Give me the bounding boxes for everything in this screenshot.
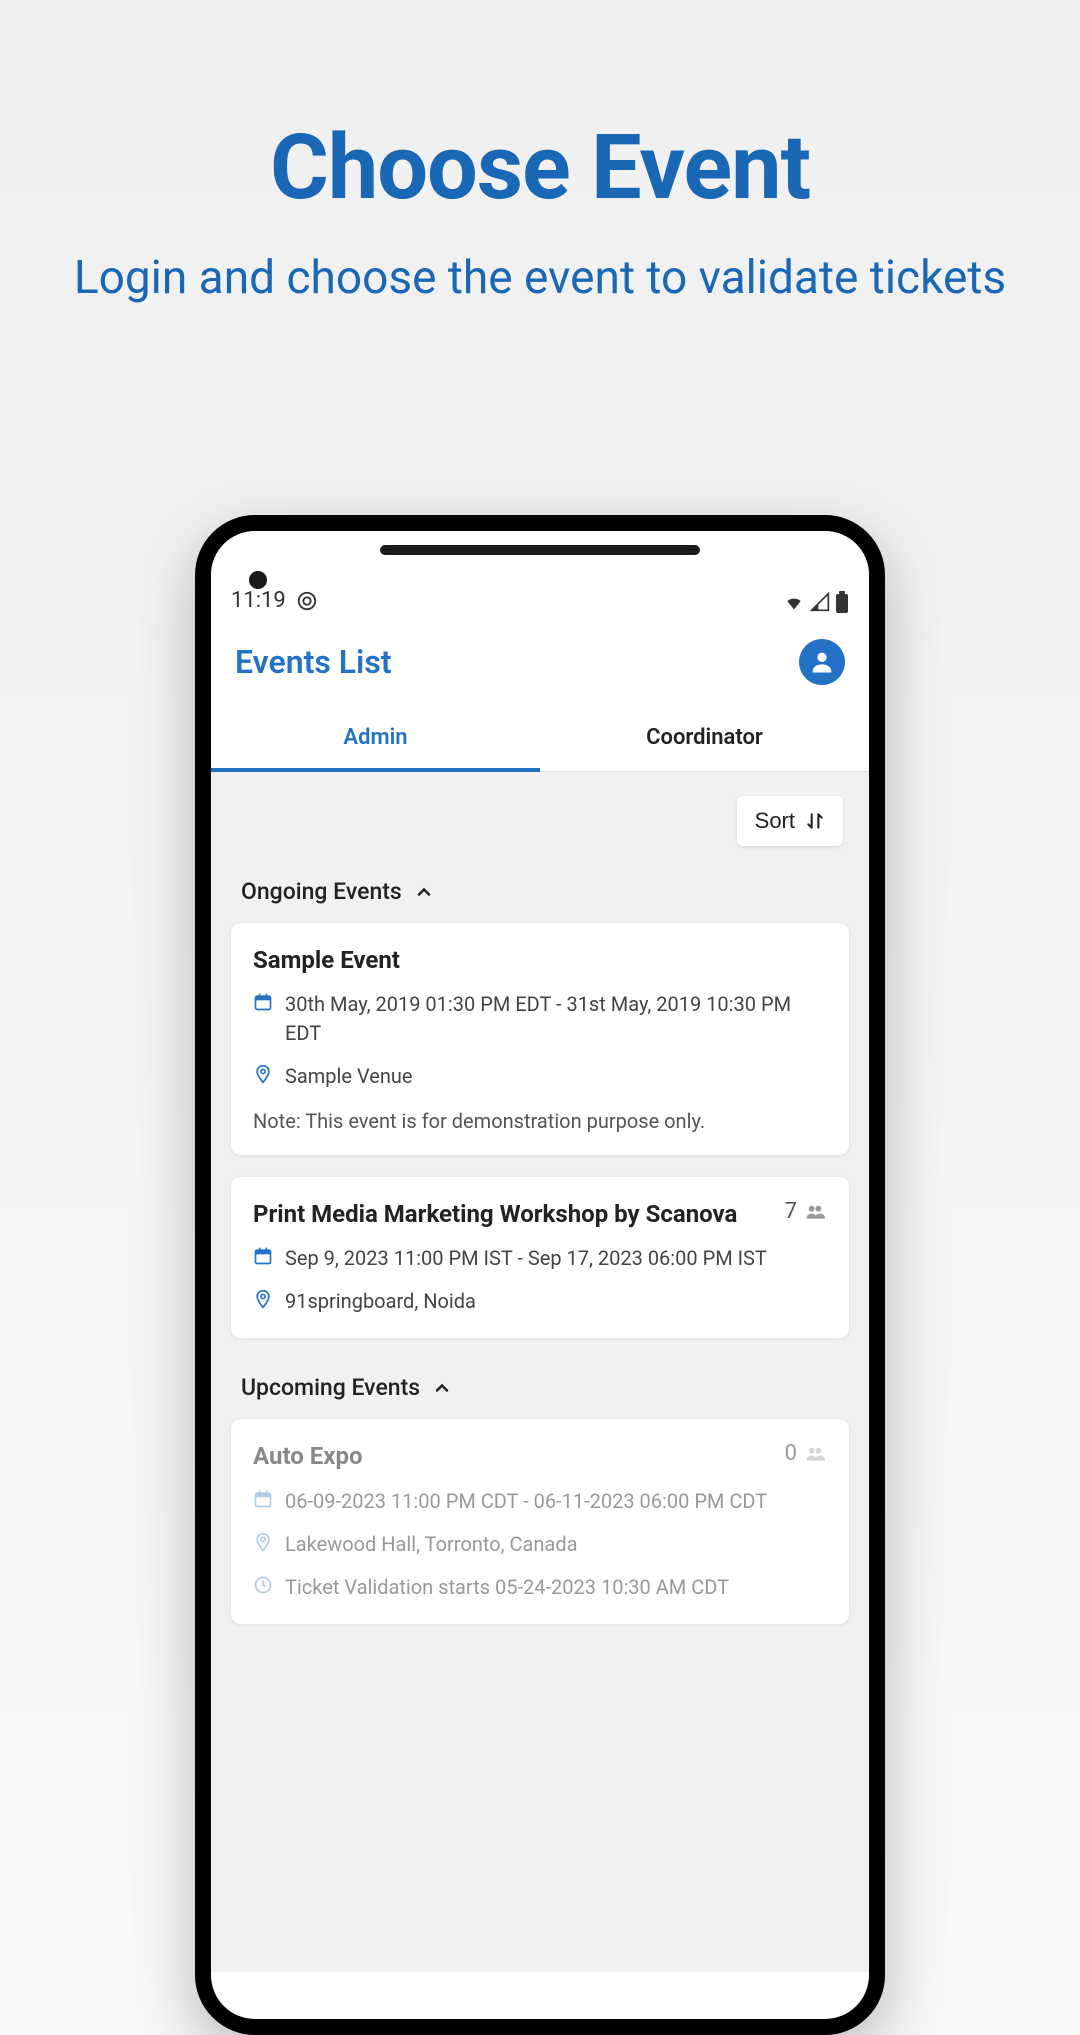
clock-icon <box>253 1575 273 1595</box>
attendee-count: 7 <box>785 1199 827 1224</box>
location-icon <box>253 1289 273 1309</box>
event-card-workshop[interactable]: Print Media Marketing Workshop by Scanov… <box>231 1177 849 1338</box>
event-card-autoexpo[interactable]: Auto Expo 0 06-09-2023 11:00 PM CDT - 06… <box>231 1419 849 1623</box>
promo-title: Choose Event <box>0 115 1080 220</box>
calendar-icon <box>253 992 273 1012</box>
calendar-icon <box>253 1489 273 1509</box>
event-venue: 91springboard, Noida <box>285 1287 827 1316</box>
phone-frame: 11:19 Events List Admin Coordinator Sort <box>195 515 885 2035</box>
signal-icon <box>809 592 831 612</box>
event-venue: Lakewood Hall, Torronto, Canada <box>285 1530 827 1559</box>
attendee-number: 0 <box>785 1441 797 1466</box>
profile-avatar-button[interactable] <box>799 639 845 685</box>
people-icon <box>803 1444 827 1464</box>
event-card-sample[interactable]: Sample Event 30th May, 2019 01:30 PM EDT… <box>231 923 849 1155</box>
events-content: Sort Ongoing Events Sample Event 30th Ma… <box>211 772 869 1972</box>
dnd-icon <box>296 590 318 612</box>
tab-coordinator[interactable]: Coordinator <box>540 707 869 771</box>
section-label: Ongoing Events <box>241 878 402 905</box>
attendee-number: 7 <box>785 1199 797 1224</box>
section-ongoing-events[interactable]: Ongoing Events <box>231 864 849 923</box>
chevron-up-icon <box>414 882 434 902</box>
event-date: Sep 9, 2023 11:00 PM IST - Sep 17, 2023 … <box>285 1244 827 1273</box>
app-header: Events List <box>211 621 869 707</box>
location-icon <box>253 1064 273 1084</box>
status-time: 11:19 <box>231 588 286 613</box>
event-validation: Ticket Validation starts 05-24-2023 10:3… <box>285 1573 827 1602</box>
section-label: Upcoming Events <box>241 1374 420 1401</box>
wifi-icon <box>783 592 805 612</box>
calendar-icon <box>253 1246 273 1266</box>
people-icon <box>803 1202 827 1222</box>
event-venue: Sample Venue <box>285 1062 827 1091</box>
location-icon <box>253 1532 273 1552</box>
event-title: Sample Event <box>253 945 827 976</box>
chevron-up-icon <box>432 1378 452 1398</box>
attendee-count: 0 <box>785 1441 827 1466</box>
event-title: Auto Expo <box>253 1441 785 1472</box>
promo-subtitle: Login and choose the event to validate t… <box>0 250 1080 308</box>
event-title: Print Media Marketing Workshop by Scanov… <box>253 1199 785 1230</box>
role-tabs: Admin Coordinator <box>211 707 869 772</box>
event-note: Note: This event is for demonstration pu… <box>253 1109 827 1133</box>
sort-icon <box>805 811 825 831</box>
sort-button[interactable]: Sort <box>737 796 843 846</box>
event-date: 30th May, 2019 01:30 PM EDT - 31st May, … <box>285 990 827 1048</box>
section-upcoming-events[interactable]: Upcoming Events <box>231 1360 849 1419</box>
phone-camera <box>249 571 267 589</box>
tab-admin[interactable]: Admin <box>211 707 540 772</box>
page-title: Events List <box>235 643 392 681</box>
person-icon <box>808 648 836 676</box>
battery-icon <box>835 591 849 613</box>
sort-label: Sort <box>755 808 795 834</box>
event-date: 06-09-2023 11:00 PM CDT - 06-11-2023 06:… <box>285 1487 827 1516</box>
phone-screen: 11:19 Events List Admin Coordinator Sort <box>211 531 869 2019</box>
phone-speaker <box>380 545 700 555</box>
